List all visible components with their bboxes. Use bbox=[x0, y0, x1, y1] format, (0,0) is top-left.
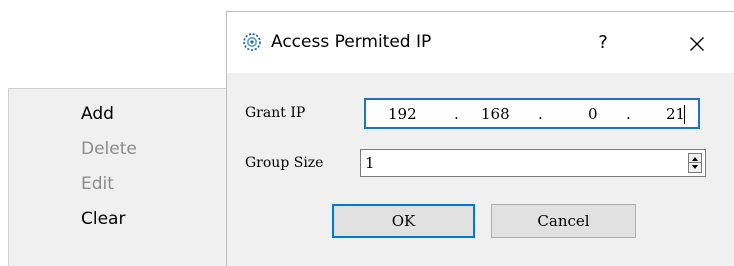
spin-down-button[interactable] bbox=[689, 163, 701, 172]
ip-octet-3[interactable]: 0 bbox=[588, 105, 598, 123]
group-size-label: Group Size bbox=[245, 155, 324, 171]
context-menu: Add Delete Edit Clear bbox=[8, 88, 226, 266]
help-button[interactable]: ? bbox=[583, 26, 623, 60]
ip-octet-4[interactable]: 21 bbox=[666, 105, 685, 123]
dialog-title: Access Permited IP bbox=[271, 32, 432, 52]
arrow-up-icon bbox=[692, 157, 698, 161]
menu-item-delete[interactable]: Delete bbox=[81, 139, 137, 159]
ip-separator-2: . bbox=[538, 105, 543, 123]
menu-item-clear[interactable]: Clear bbox=[81, 209, 125, 229]
grant-ip-input[interactable]: 192 . 168 . 0 . 21 bbox=[364, 98, 700, 129]
spin-up-button[interactable] bbox=[689, 154, 701, 163]
grant-ip-label: Grant IP bbox=[245, 105, 306, 121]
close-icon bbox=[690, 36, 704, 51]
ip-octet-1[interactable]: 192 bbox=[388, 105, 417, 123]
close-button[interactable] bbox=[673, 26, 721, 60]
spin-buttons bbox=[688, 153, 702, 173]
ip-separator-3: . bbox=[626, 105, 631, 123]
dialog-titlebar[interactable]: Access Permited IP ? bbox=[227, 12, 734, 73]
gear-icon bbox=[243, 33, 261, 51]
text-caret bbox=[684, 105, 685, 124]
arrow-down-icon bbox=[692, 165, 698, 169]
ip-octet-2[interactable]: 168 bbox=[481, 105, 510, 123]
access-permitted-ip-dialog: Access Permited IP ? Grant IP 192 . 168 … bbox=[226, 11, 734, 266]
group-size-value[interactable]: 1 bbox=[365, 154, 375, 172]
menu-item-edit[interactable]: Edit bbox=[81, 174, 114, 194]
ip-separator-1: . bbox=[454, 105, 459, 123]
cancel-button[interactable]: Cancel bbox=[491, 204, 636, 238]
group-size-spinbox[interactable]: 1 bbox=[360, 149, 706, 177]
ok-button[interactable]: OK bbox=[332, 204, 475, 238]
menu-item-add[interactable]: Add bbox=[81, 104, 114, 124]
